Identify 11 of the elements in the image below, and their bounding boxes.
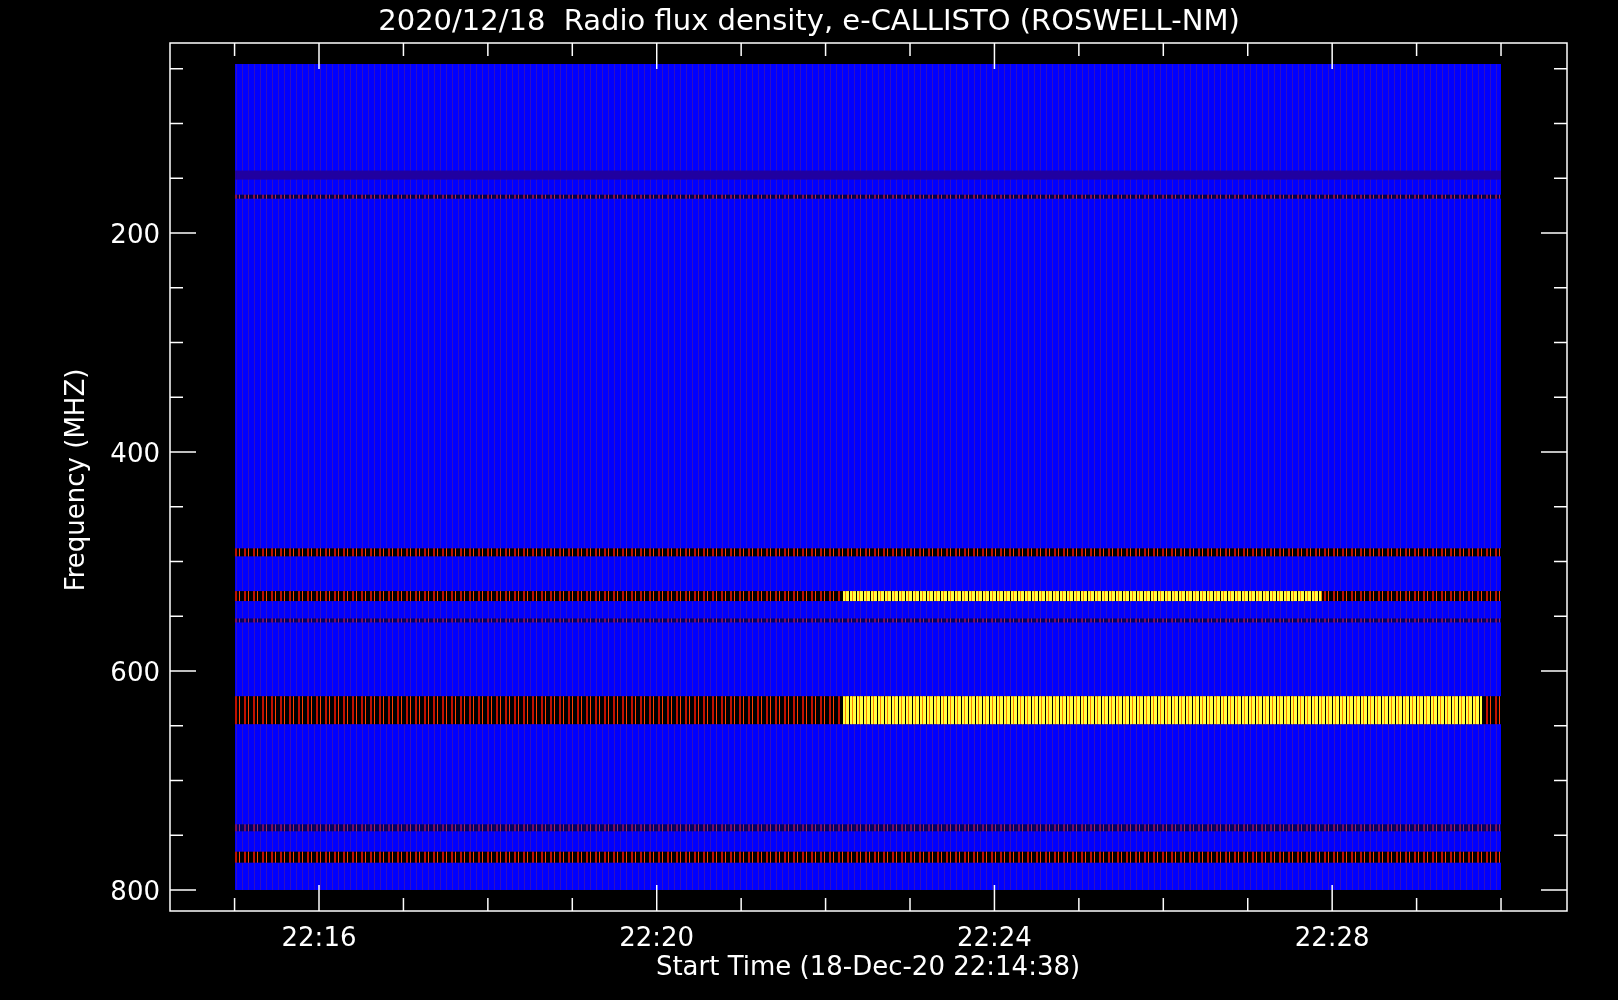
y-tick-label: 600 <box>110 657 160 687</box>
y-tick-label: 200 <box>110 219 160 249</box>
x-tick-label: 22:24 <box>956 922 1032 952</box>
x-tick-label: 22:20 <box>619 922 695 952</box>
y-axis-label: Frequency (MHZ) <box>60 368 90 592</box>
y-tick-label: 800 <box>110 876 160 906</box>
y-tick-label: 400 <box>110 438 160 468</box>
chart-title: 2020/12/18 Radio flux density, e-CALLISTO (ROSWELL-NM) <box>378 3 1240 37</box>
x-tick-label: 22:16 <box>281 922 357 952</box>
x-axis-label: Start Time (18-Dec-20 22:14:38) <box>655 951 1081 981</box>
x-tick-label: 22:28 <box>1294 922 1370 952</box>
